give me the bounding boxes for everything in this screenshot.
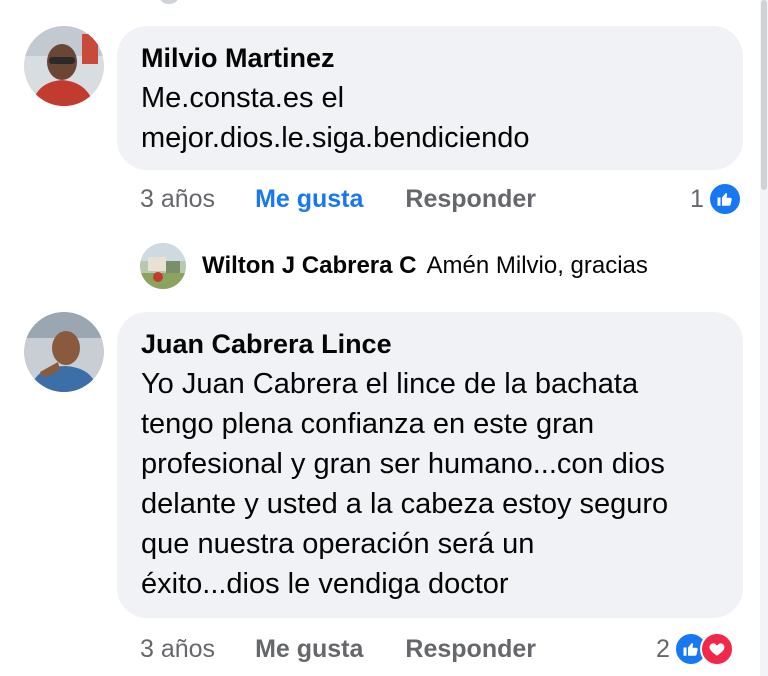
- reply-text: Amén Milvio, gracias: [426, 252, 648, 279]
- reaction-count: 2: [656, 634, 670, 663]
- reply-preview[interactable]: Wilton J Cabrera C Amén Milvio, gracias: [140, 238, 648, 294]
- avatar[interactable]: [24, 26, 104, 106]
- comment-author[interactable]: Juan Cabrera Lince: [141, 328, 719, 360]
- comment-timestamp[interactable]: 3 años: [140, 185, 215, 214]
- like-icon: [707, 182, 742, 216]
- reaction-count: 1: [690, 184, 704, 213]
- comment-actions: 3 años Me gusta Responder: [140, 632, 536, 666]
- like-button[interactable]: Me gusta: [255, 185, 363, 214]
- previous-comment-fragment: [160, 0, 178, 4]
- comment-bubble: Juan Cabrera Lince Yo Juan Cabrera el li…: [117, 312, 743, 618]
- scrollbar[interactable]: [760, 0, 768, 676]
- comment-actions: 3 años Me gusta Responder: [140, 182, 536, 216]
- like-button[interactable]: Me gusta: [255, 635, 363, 664]
- comment-text: Me.consta.es el mejor.dios.le.siga.bendi…: [141, 82, 530, 154]
- reply-button[interactable]: Responder: [405, 185, 536, 214]
- avatar-photo-milvio: [24, 26, 104, 106]
- reply-author[interactable]: Wilton J Cabrera C: [202, 252, 417, 280]
- avatar-photo-juan: [24, 312, 104, 392]
- comment-author[interactable]: Milvio Martinez: [141, 42, 719, 74]
- reply-button[interactable]: Responder: [405, 635, 536, 664]
- comment-text: Yo Juan Cabrera el lince de la bachata t…: [141, 368, 669, 600]
- scrollbar-thumb[interactable]: [761, 0, 767, 190]
- avatar[interactable]: [24, 312, 104, 392]
- avatar[interactable]: [140, 243, 186, 289]
- avatar-photo-wilton: [140, 243, 186, 289]
- comment-bubble: Milvio Martinez Me.consta.es el mejor.di…: [117, 26, 743, 170]
- reaction-summary[interactable]: 2: [656, 632, 734, 666]
- love-icon: [699, 632, 734, 666]
- comment-timestamp[interactable]: 3 años: [140, 635, 215, 664]
- reaction-summary[interactable]: 1: [690, 182, 742, 216]
